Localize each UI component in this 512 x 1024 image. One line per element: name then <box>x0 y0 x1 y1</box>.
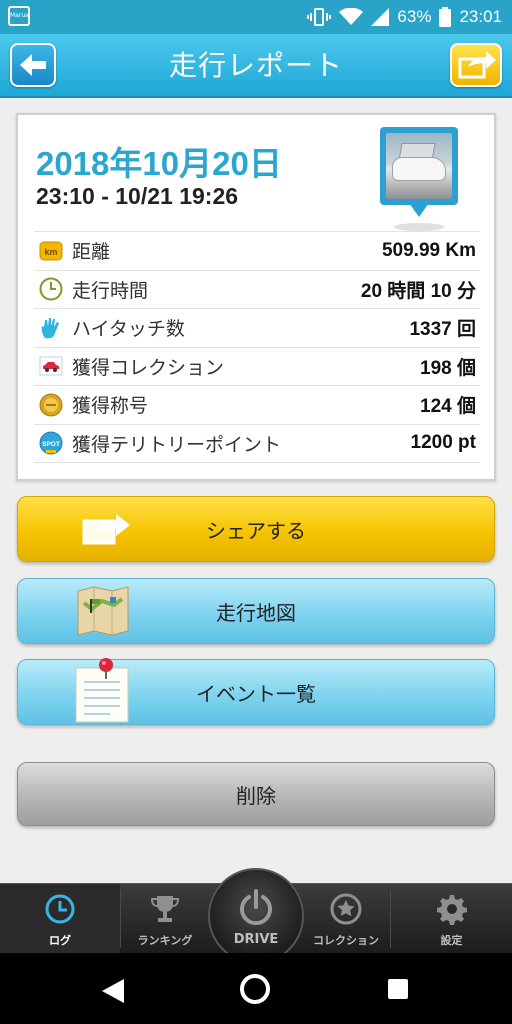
status-bar: Maruai 63% 23:01 <box>0 0 512 34</box>
nav-home-icon[interactable] <box>240 974 270 1004</box>
share-icon <box>82 514 130 545</box>
trophy-icon <box>148 892 182 926</box>
stat-value: 1337 回 <box>409 319 476 341</box>
stat-value: 124 個 <box>420 396 476 418</box>
medal-icon <box>38 392 64 418</box>
pin-shadow <box>394 223 444 231</box>
stat-label: 獲得称号 <box>72 395 149 418</box>
stat-row-hightouch: ハイタッチ数 1337 回 <box>34 308 480 347</box>
map-icon <box>77 586 129 636</box>
tab-collection[interactable]: コレクション <box>302 884 390 954</box>
app-notification-icon: Maruai <box>8 6 30 26</box>
spot-icon: SPOT <box>38 430 64 456</box>
stat-row-territory: SPOT 獲得テリトリーポイント 1200 pt <box>34 423 480 463</box>
stat-row-distance: km 距離 509.99 Km <box>34 231 480 270</box>
route-map-label: 走行地図 <box>216 600 296 625</box>
stat-value: 1200 pt <box>410 432 476 454</box>
power-icon <box>240 889 272 926</box>
report-time-range: 23:10 - 10/21 19:26 <box>36 183 239 209</box>
report-card: 2018年10月20日 23:10 - 10/21 19:26 km 距離 50… <box>16 113 496 481</box>
svg-text:km: km <box>44 247 57 257</box>
clock-icon <box>38 276 64 302</box>
route-map-button[interactable]: 走行地図 <box>17 578 495 644</box>
page-title: 走行レポート <box>168 49 343 82</box>
stat-value: 509.99 Km <box>381 239 476 261</box>
battery-percent: 63% <box>397 7 432 26</box>
vibrate-icon <box>307 8 332 26</box>
tab-collection-label: コレクション <box>313 934 379 947</box>
car-icon <box>38 353 64 379</box>
clock-icon <box>43 892 77 926</box>
tab-log[interactable]: ログ <box>0 884 120 954</box>
car-photo <box>386 133 452 199</box>
tab-settings[interactable]: 設定 <box>391 884 512 954</box>
drive-button[interactable]: DRIVE <box>208 868 304 964</box>
hand-icon <box>38 315 64 341</box>
delete-button[interactable]: 削除 <box>17 762 495 826</box>
stat-row-collection: 獲得コレクション 198 個 <box>34 346 480 386</box>
drive-label: DRIVE <box>233 932 279 947</box>
tab-settings-label: 設定 <box>440 934 463 947</box>
nav-back-icon[interactable] <box>100 977 126 1005</box>
header-share-button[interactable] <box>450 43 502 87</box>
tab-ranking[interactable]: ランキング <box>121 884 209 954</box>
share-icon <box>458 51 496 79</box>
report-date: 2018年10月20日 <box>36 145 282 182</box>
signal-icon <box>371 8 390 26</box>
gear-icon <box>435 892 469 926</box>
tab-log-label: ログ <box>49 934 71 947</box>
photo-frame <box>380 127 458 205</box>
delete-label: 削除 <box>236 783 276 808</box>
stat-label: 走行時間 <box>72 279 149 302</box>
battery-icon <box>439 7 452 27</box>
km-icon: km <box>38 238 64 264</box>
stat-value: 20 時間 10 分 <box>360 280 476 302</box>
stat-label: 獲得コレクション <box>72 356 225 379</box>
stat-value: 198 個 <box>420 357 476 379</box>
star-badge-icon <box>329 892 363 926</box>
app-icon-label: Maruai <box>10 12 31 19</box>
memo-pin-icon <box>75 658 129 723</box>
stats-bottom-divider <box>34 462 480 463</box>
photo-car <box>392 157 446 181</box>
nav-recent-icon[interactable] <box>388 979 408 999</box>
stat-label: 獲得テリトリーポイント <box>72 433 282 456</box>
pin-tip <box>409 203 429 217</box>
wifi-icon <box>339 8 364 25</box>
system-nav-bar <box>0 953 512 1024</box>
clock-time: 23:01 <box>459 7 502 26</box>
stat-label: 距離 <box>72 241 111 264</box>
tab-ranking-label: ランキング <box>137 934 193 947</box>
app-header: 走行レポート <box>0 34 512 98</box>
status-right: 63% 23:01 <box>307 0 502 34</box>
svg-text:SPOT: SPOT <box>42 441 60 448</box>
photo-pin[interactable] <box>380 127 458 231</box>
share-label: シェアする <box>206 518 306 543</box>
stat-row-titles: 獲得称号 124 個 <box>34 385 480 424</box>
stat-label: ハイタッチ数 <box>72 318 185 341</box>
event-list-button[interactable]: イベント一覧 <box>17 658 495 725</box>
event-list-label: イベント一覧 <box>196 681 316 706</box>
stat-row-time: 走行時間 20 時間 10 分 <box>34 269 480 309</box>
share-button[interactable]: シェアする <box>17 496 495 562</box>
stats-list: km 距離 509.99 Km 走行時間 20 時間 10 分 ハイタッチ数 1… <box>34 231 480 463</box>
